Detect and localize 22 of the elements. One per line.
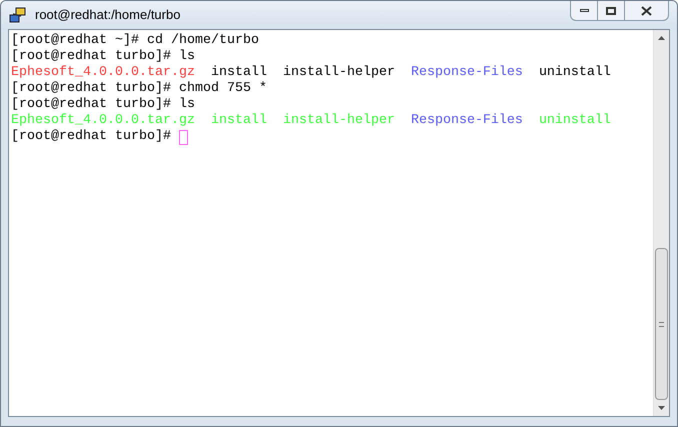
command-line: [root@redhat turbo]# ls (11, 97, 195, 113)
command-line: [root@redhat turbo]# (11, 129, 171, 145)
file-name: install-helper (282, 65, 395, 81)
window-title: root@redhat:/home/turbo (35, 6, 180, 24)
file-name: install-helper (282, 113, 395, 129)
scroll-down-icon[interactable] (658, 406, 665, 410)
scrollbar-thumb[interactable] (655, 248, 668, 400)
file-name: Response-Files (410, 65, 523, 81)
file-name: install (210, 65, 267, 81)
file-name: uninstall (538, 65, 611, 81)
file-name: Ephesoft_4.0.0.0.tar.gz (11, 113, 195, 129)
scrollbar[interactable] (653, 30, 669, 416)
command-line: [root@redhat turbo]# ls (11, 49, 195, 65)
command-line: [root@redhat turbo]# chmod 755 * (11, 81, 267, 97)
file-name: Ephesoft_4.0.0.0.tar.gz (11, 65, 195, 81)
terminal-app-icon (9, 6, 27, 24)
close-icon (641, 6, 652, 16)
file-name: install (210, 113, 267, 129)
command-line: [root@redhat ~]# cd /home/turbo (11, 33, 259, 49)
file-name: Response-Files (410, 113, 523, 129)
scroll-up-icon[interactable] (658, 36, 665, 40)
file-name: uninstall (538, 113, 611, 129)
